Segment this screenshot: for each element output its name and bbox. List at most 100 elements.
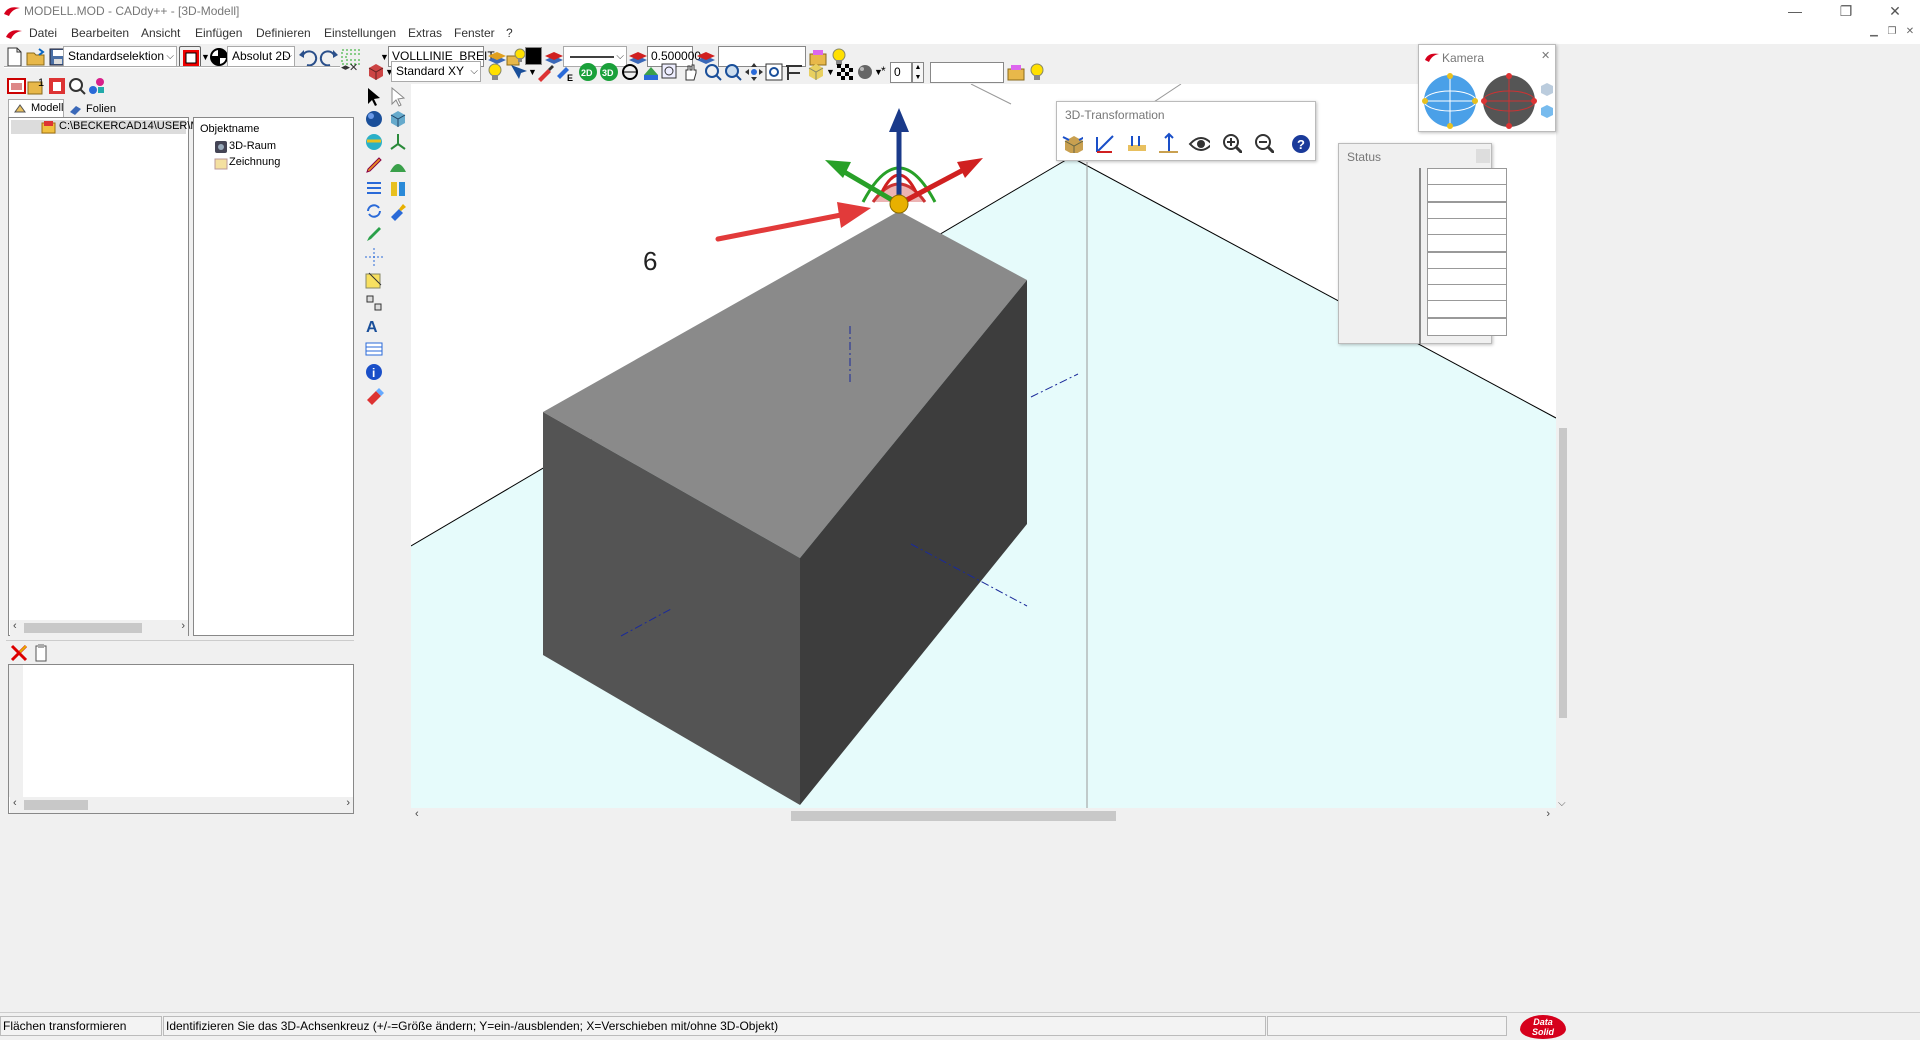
box-tool-button[interactable] [387, 108, 409, 132]
new-folie-button[interactable]: 1 [26, 75, 48, 97]
dimension-tool-button[interactable] [363, 292, 385, 316]
camera-top-view-icon[interactable] [1539, 81, 1555, 97]
properties-scrollbar-h[interactable]: ‹ › [10, 797, 353, 813]
camera-close-icon[interactable]: ✕ [1541, 49, 1550, 62]
mdi-close-button[interactable]: ✕ [1902, 26, 1918, 41]
menu-einfuegen[interactable]: Einfügen [195, 26, 242, 40]
refresh-tool-button[interactable] [363, 200, 385, 224]
zoom-all-button[interactable] [743, 61, 765, 83]
dock-grip[interactable] [4, 66, 340, 68]
eyedropper-button[interactable] [534, 61, 556, 83]
undo-button[interactable] [297, 46, 319, 68]
rotate-tool-button[interactable] [363, 131, 385, 155]
tab-folien[interactable]: Folien [64, 101, 120, 117]
gizmo-origin-handle[interactable] [889, 194, 909, 214]
view-3d-button[interactable]: 3D [598, 61, 620, 83]
view-cube-button[interactable] [365, 61, 387, 83]
selection-mode-select[interactable]: Standardselektion ⌵ [63, 46, 177, 67]
scroll-down-icon[interactable]: ⌵ [1558, 798, 1566, 809]
transform-view-button[interactable] [1188, 131, 1214, 157]
close-button[interactable]: ✕ [1872, 0, 1918, 24]
menu-help[interactable]: ? [506, 26, 513, 40]
model-window-button[interactable] [6, 75, 28, 97]
mdi-restore-button[interactable]: ❐ [1884, 26, 1900, 41]
transform-move-button[interactable] [1061, 131, 1087, 157]
viewport-scroll-thumb-v[interactable] [1559, 428, 1567, 718]
coordinate-mode-select[interactable]: Absolut 2D ⌵ [227, 46, 295, 67]
counter-spinner[interactable]: ▲ ▼ [912, 62, 924, 83]
viewport-scrollbar-h[interactable]: ‹ › [411, 808, 1556, 824]
view-light-button[interactable] [484, 61, 506, 83]
info-tool-button[interactable]: i [363, 361, 385, 385]
material-button[interactable] [854, 61, 876, 83]
axis-tool-button[interactable] [363, 246, 385, 270]
snap-mode-button[interactable] [507, 61, 529, 83]
view-folder-button[interactable] [1006, 61, 1028, 83]
mdi-minimize-button[interactable]: ▁ [1866, 26, 1882, 41]
view-name-field[interactable] [930, 62, 1004, 83]
counter-field[interactable]: 0 [890, 62, 912, 83]
paint-tool-button[interactable] [387, 200, 409, 224]
menu-ansicht[interactable]: Ansicht [141, 26, 180, 40]
pencil-tool-button[interactable] [363, 154, 385, 178]
eraser-tool-button[interactable] [363, 384, 385, 408]
camera-side-view-icon[interactable] [1539, 103, 1555, 119]
transform-axes-button[interactable] [1092, 131, 1118, 157]
sphere-tool-button[interactable] [363, 108, 385, 132]
menu-extras[interactable]: Extras [408, 26, 442, 40]
gizmo-z-arrow-icon[interactable] [889, 108, 909, 132]
delete-object-button[interactable] [46, 75, 68, 97]
menu-definieren[interactable]: Definieren [256, 26, 311, 40]
menu-einstellungen[interactable]: Einstellungen [324, 26, 396, 40]
zoom-rotate-button[interactable] [702, 61, 724, 83]
tree-scrollbar-h[interactable]: ‹ › [10, 620, 188, 636]
view-plane-select[interactable]: Standard XY ⌵ [391, 61, 481, 82]
pan-button[interactable] [680, 61, 702, 83]
zoom-dynamic-button[interactable] [722, 61, 744, 83]
section-button[interactable] [783, 61, 805, 83]
open-file-button[interactable] [25, 46, 47, 68]
pointer-alt-button[interactable] [387, 85, 409, 109]
extrude-tool-button[interactable] [387, 177, 409, 201]
shading-button[interactable] [805, 61, 827, 83]
dock-close-icon[interactable]: ✕ [349, 61, 358, 74]
transform-enlarge-button[interactable] [1220, 131, 1246, 157]
measure-tool-button[interactable] [363, 223, 385, 247]
search-object-button[interactable] [66, 75, 88, 97]
transform-height-button[interactable] [1156, 131, 1182, 157]
clear-properties-button[interactable] [8, 642, 30, 664]
transform-tool-button[interactable] [363, 177, 385, 201]
redo-button[interactable] [318, 46, 340, 68]
transform-shrink-button[interactable] [1252, 131, 1278, 157]
view-2d-button[interactable]: 2D [577, 61, 599, 83]
zoom-extents-button[interactable] [763, 61, 785, 83]
transform-help-button[interactable]: ? [1288, 131, 1314, 157]
coordinate-system-button[interactable] [387, 131, 409, 155]
zoom-window-button[interactable] [659, 61, 681, 83]
highlight-tool-button[interactable] [363, 269, 385, 293]
selection-filter-button[interactable] [179, 46, 201, 68]
document-logo-icon[interactable] [5, 27, 23, 41]
select-tool-button[interactable] [363, 85, 385, 109]
object-properties-button[interactable] [86, 75, 108, 97]
tab-modell[interactable]: Modell [8, 99, 64, 117]
viewport-scrollbar-v[interactable]: ⌵ [1556, 84, 1570, 814]
hatch-tool-button[interactable] [363, 338, 385, 362]
camera-look-globe-icon[interactable] [1481, 73, 1537, 129]
gizmo-x-arrow-icon[interactable] [957, 158, 983, 178]
edit-mode-button[interactable]: E [554, 61, 576, 83]
menu-fenster[interactable]: Fenster [454, 26, 495, 40]
orbit-button[interactable] [619, 61, 641, 83]
menu-datei[interactable]: Datei [29, 26, 57, 40]
menu-bearbeiten[interactable]: Bearbeiten [71, 26, 129, 40]
tree-root-row[interactable]: C:\BECKERCAD14\USER\MOD [11, 120, 216, 134]
new-file-button[interactable] [3, 46, 25, 68]
status-window-button[interactable] [1476, 149, 1490, 163]
transform-scale-button[interactable] [1124, 131, 1150, 157]
surface-tool-button[interactable] [387, 154, 409, 178]
text-tool-button[interactable]: A [363, 315, 385, 339]
restore-button[interactable]: ❐ [1823, 0, 1869, 24]
view-bulb-button[interactable] [1026, 61, 1048, 83]
camera-orbit-globe-icon[interactable] [1422, 73, 1478, 129]
wireframe-button[interactable] [834, 61, 856, 83]
